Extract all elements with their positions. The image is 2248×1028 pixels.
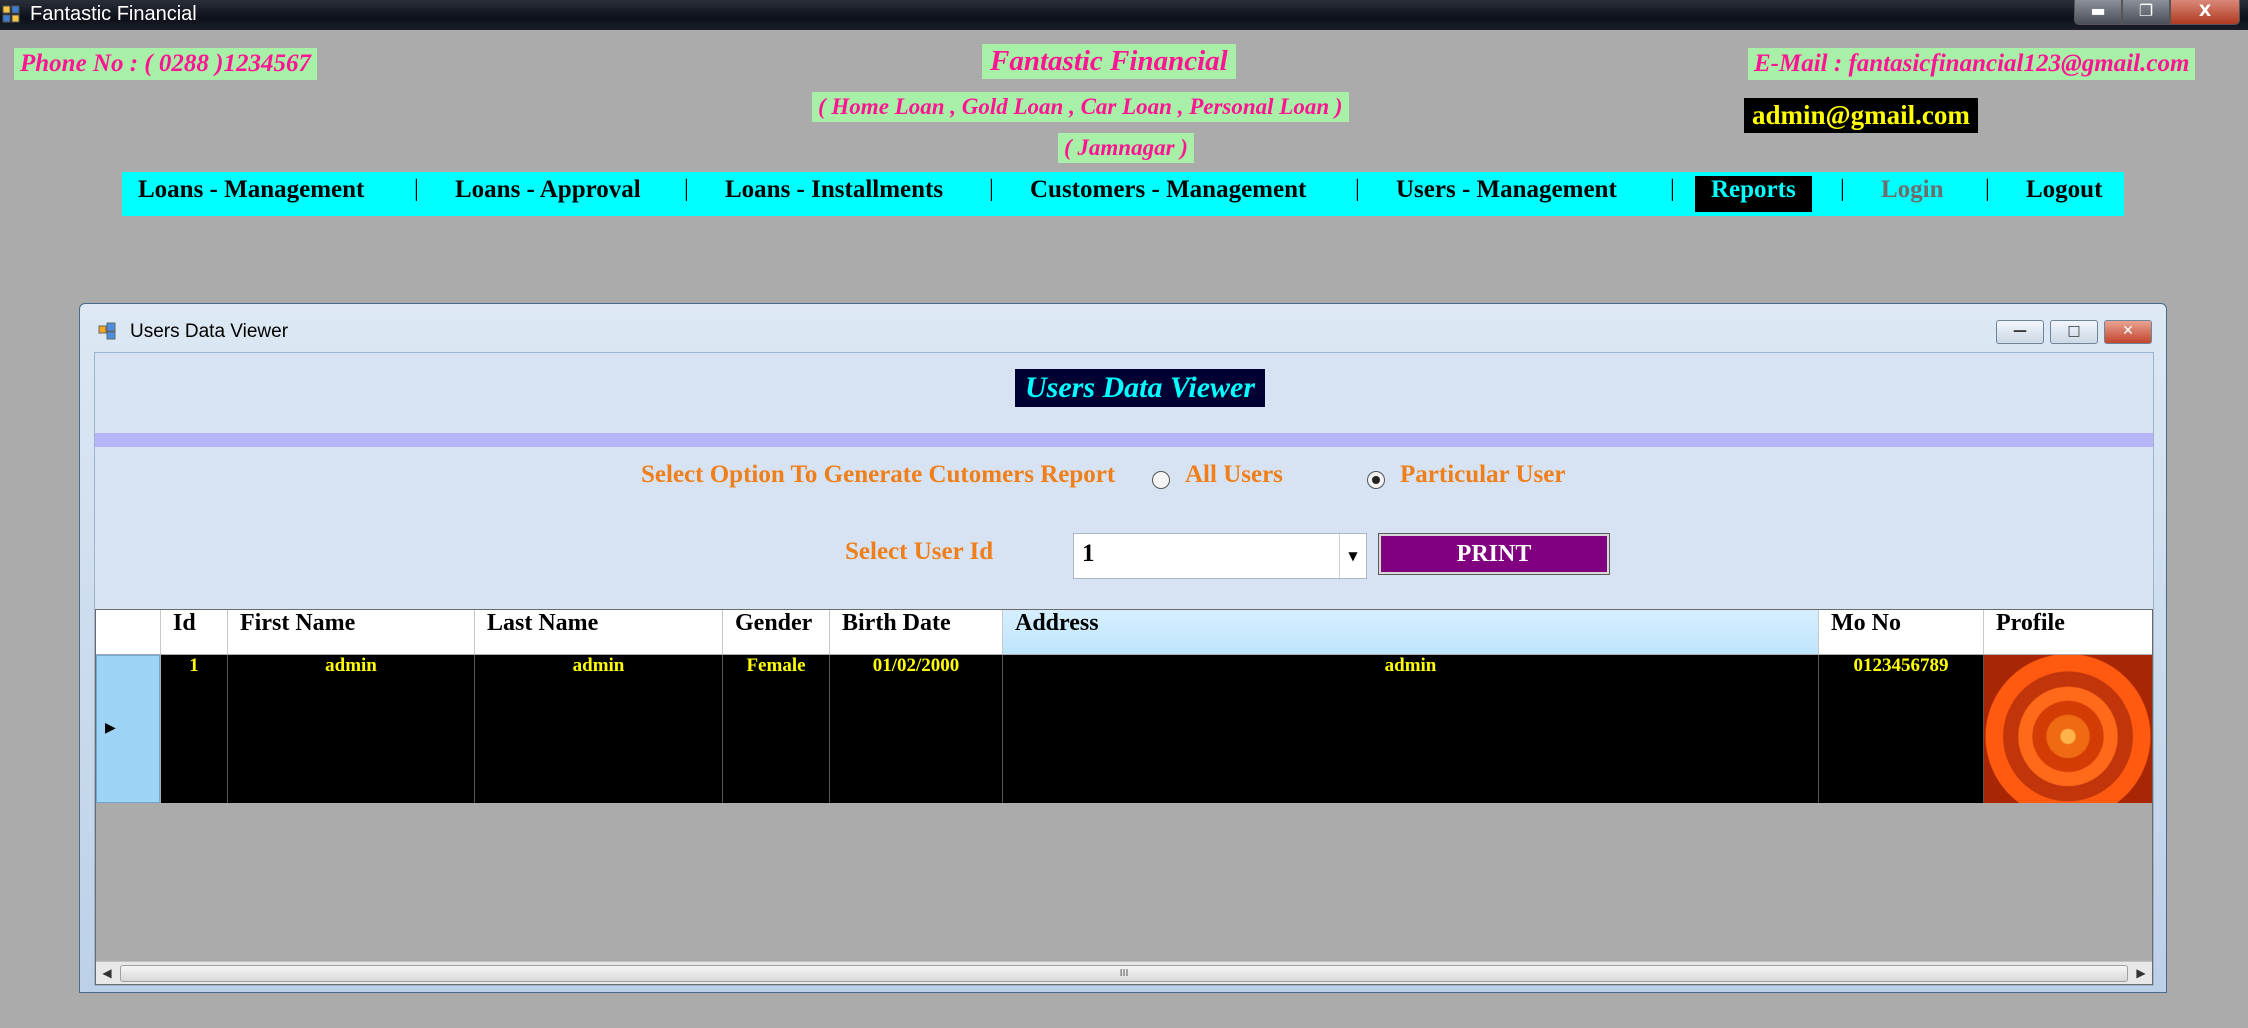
dropdown-arrow-icon[interactable]: ▼ xyxy=(1339,534,1366,578)
column-header-profile[interactable]: Profile xyxy=(1984,610,2152,654)
particular-user-radio[interactable] xyxy=(1367,471,1385,489)
cell-birth-date[interactable]: 01/02/2000 xyxy=(830,655,1003,803)
column-header-last-name[interactable]: Last Name xyxy=(475,610,723,654)
cell-last-name[interactable]: admin xyxy=(475,655,723,803)
menu-logout[interactable]: Logout xyxy=(2010,176,2118,212)
column-header-address[interactable]: Address xyxy=(1003,610,1819,654)
users-data-viewer-window: Users Data Viewer — □ ✕ Users Data Viewe… xyxy=(79,303,2167,993)
user-id-label: Select User Id xyxy=(845,538,994,565)
menu-separator: | xyxy=(1985,176,1990,202)
users-data-grid[interactable]: Id First Name Last Name Gender Birth Dat… xyxy=(95,609,2153,985)
maximize-button[interactable]: ❐ xyxy=(2122,0,2170,25)
services-label: ( Home Loan , Gold Loan , Car Loan , Per… xyxy=(812,92,1349,122)
scroll-left-icon[interactable]: ◀ xyxy=(96,962,118,984)
menu-separator: | xyxy=(1355,176,1360,202)
column-header-mo-no[interactable]: Mo No xyxy=(1819,610,1984,654)
app-title: Fantastic Financial xyxy=(30,3,197,25)
column-header-id[interactable]: Id xyxy=(161,610,228,654)
report-option-label: Select Option To Generate Cutomers Repor… xyxy=(641,461,1116,488)
menu-separator: | xyxy=(684,176,689,202)
column-header-gender[interactable]: Gender xyxy=(723,610,830,654)
menu-separator: | xyxy=(1840,176,1845,202)
print-button[interactable]: PRINT xyxy=(1378,533,1610,575)
child-maximize-button[interactable]: □ xyxy=(2050,320,2098,344)
menu-loans-approval[interactable]: Loans - Approval xyxy=(439,176,657,212)
menu-customers-management[interactable]: Customers - Management xyxy=(1014,176,1322,212)
user-id-select[interactable]: 1 ▼ xyxy=(1073,533,1367,579)
menu-users-management[interactable]: Users - Management xyxy=(1380,176,1633,212)
window-icon xyxy=(98,322,116,340)
row-header[interactable]: ▶ xyxy=(96,655,160,803)
row-pointer-icon: ▶ xyxy=(105,720,116,736)
menu-separator: | xyxy=(1670,176,1675,202)
email-label: E-Mail : fantasicfinancial123@gmail.com xyxy=(1748,48,2196,80)
child-close-button[interactable]: ✕ xyxy=(2104,320,2152,344)
user-id-value: 1 xyxy=(1082,540,1095,567)
scroll-thumb[interactable]: III xyxy=(120,965,2128,982)
particular-user-radio-label[interactable]: Particular User xyxy=(1400,461,1565,489)
scroll-right-icon[interactable]: ▶ xyxy=(2130,962,2152,984)
logged-user-label: admin@gmail.com xyxy=(1744,98,1978,133)
menu-bar: Loans - Management | Loans - Approval | … xyxy=(122,172,2124,216)
grid-corner-header xyxy=(96,610,161,654)
close-button[interactable]: X xyxy=(2170,0,2240,25)
grid-header: Id First Name Last Name Gender Birth Dat… xyxy=(96,610,2152,654)
divider-strip xyxy=(95,433,2153,447)
all-users-radio-label[interactable]: All Users xyxy=(1185,461,1283,489)
cell-mo-no[interactable]: 0123456789 xyxy=(1819,655,1984,803)
cell-first-name[interactable]: admin xyxy=(228,655,475,803)
horizontal-scrollbar[interactable]: ◀ III ▶ xyxy=(96,961,2152,984)
child-titlebar: Users Data Viewer — □ ✕ xyxy=(80,304,2166,346)
viewer-client-area: Users Data Viewer Select Option To Gener… xyxy=(94,352,2154,986)
child-window-title: Users Data Viewer xyxy=(130,321,289,342)
cell-profile-image[interactable] xyxy=(1984,655,2152,803)
minimize-button[interactable]: ▬ xyxy=(2074,0,2122,25)
menu-separator: | xyxy=(414,176,419,202)
city-label: ( Jamnagar ) xyxy=(1058,133,1194,163)
window-controls: ▬ ❐ X xyxy=(2074,0,2240,25)
table-row[interactable]: ▶ 1 admin admin Female 01/02/2000 admin … xyxy=(96,655,2152,803)
cell-id[interactable]: 1 xyxy=(161,655,228,803)
cell-gender[interactable]: Female xyxy=(723,655,830,803)
menu-loans-installments[interactable]: Loans - Installments xyxy=(709,176,959,212)
company-name: Fantastic Financial xyxy=(982,44,1236,79)
app-icon xyxy=(2,5,20,23)
phone-label: Phone No : ( 0288 )1234567 xyxy=(14,48,317,80)
viewer-heading: Users Data Viewer xyxy=(1015,369,1266,407)
column-header-birth-date[interactable]: Birth Date xyxy=(830,610,1003,654)
menu-loans-management[interactable]: Loans - Management xyxy=(122,176,380,212)
app-titlebar: Fantastic Financial ▬ ❐ X xyxy=(0,0,2248,30)
child-window-controls: — □ ✕ xyxy=(1996,320,2152,344)
menu-separator: | xyxy=(989,176,994,202)
cell-address[interactable]: admin xyxy=(1003,655,1819,803)
child-minimize-button[interactable]: — xyxy=(1996,320,2044,344)
column-header-first-name[interactable]: First Name xyxy=(228,610,475,654)
menu-login[interactable]: Login xyxy=(1865,176,1960,212)
all-users-radio[interactable] xyxy=(1152,471,1170,489)
menu-reports[interactable]: Reports xyxy=(1695,176,1812,212)
